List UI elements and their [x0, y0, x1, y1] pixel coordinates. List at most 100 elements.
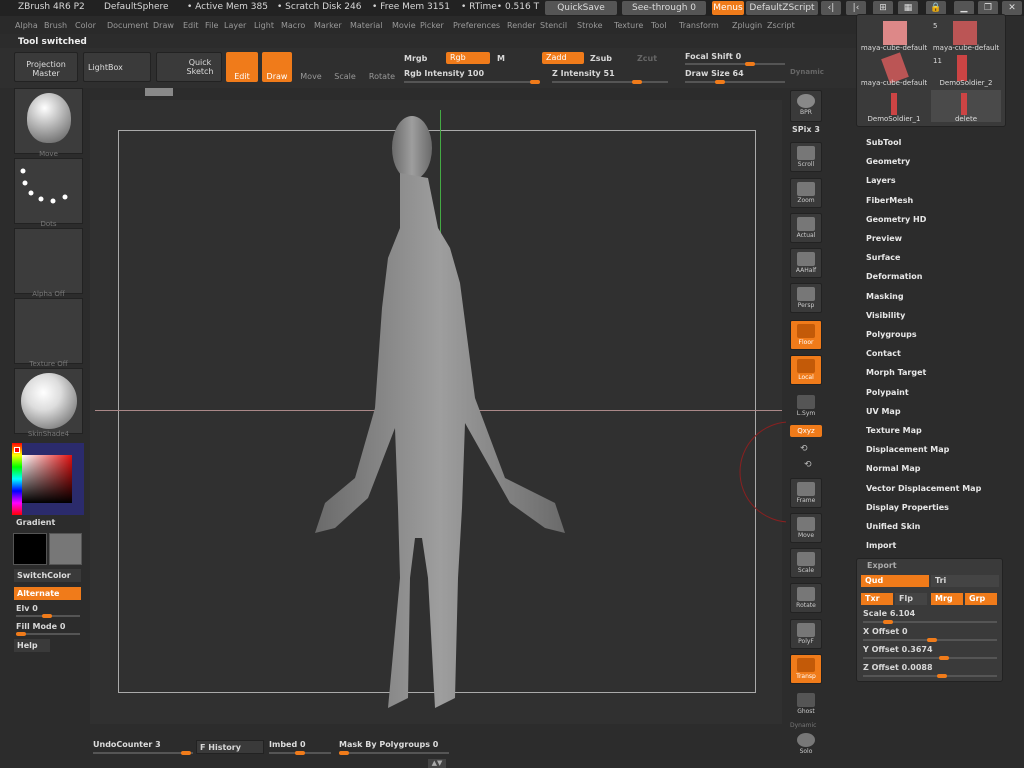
menu-edit[interactable]: Edit: [183, 21, 199, 30]
canvas-scroll-handle[interactable]: [145, 88, 173, 96]
menu-macro[interactable]: Macro: [281, 21, 305, 30]
menu-transform[interactable]: Transform: [679, 21, 719, 30]
menu-zscript[interactable]: Zscript: [767, 21, 795, 30]
tool-menu-unified-skin[interactable]: Unified Skin: [866, 522, 920, 531]
tool-menu-fibermesh[interactable]: FiberMesh: [866, 196, 913, 205]
tool-menu-surface[interactable]: Surface: [866, 253, 900, 262]
tool-menu-morph-target[interactable]: Morph Target: [866, 368, 926, 377]
see-through-slider[interactable]: See-through 0: [622, 1, 706, 15]
quicksave-button[interactable]: QuickSave: [545, 1, 617, 15]
mrg-button[interactable]: Mrg: [931, 593, 963, 605]
tool-menu-preview[interactable]: Preview: [866, 234, 902, 243]
tool-menu-uv-map[interactable]: UV Map: [866, 407, 901, 416]
menu-render[interactable]: Render: [507, 21, 535, 30]
zsub-button[interactable]: Zsub: [590, 54, 612, 63]
scale-label[interactable]: Scale 6.104: [863, 609, 915, 618]
draw-button[interactable]: Draw: [262, 52, 292, 82]
material-thumbnail[interactable]: [14, 368, 83, 434]
bottom-collapse-icon[interactable]: ▲▼: [428, 759, 446, 768]
zcut-button[interactable]: Zcut: [637, 54, 657, 63]
menu-draw[interactable]: Draw: [153, 21, 174, 30]
z-offset-label[interactable]: Z Offset 0.0088: [863, 663, 933, 672]
scale-slider[interactable]: [863, 620, 997, 624]
secondary-color-swatch[interactable]: [49, 533, 82, 565]
layout-next-icon[interactable]: |‹: [846, 1, 866, 15]
mask-by-polygroups-label[interactable]: Mask By Polygroups 0: [339, 740, 438, 749]
color-square[interactable]: [22, 455, 72, 503]
tool-menu-displacement-map[interactable]: Displacement Map: [866, 445, 949, 454]
zscript-selector[interactable]: DefaultZScript: [746, 1, 818, 15]
tool-menu-layers[interactable]: Layers: [866, 176, 896, 185]
persp-button[interactable]: Persp: [790, 283, 822, 313]
tool-menu-subtool[interactable]: SubTool: [866, 138, 901, 147]
human-model[interactable]: [300, 108, 590, 713]
floor-button[interactable]: Floor: [790, 320, 822, 350]
imbed-label[interactable]: Imbed 0: [269, 740, 306, 749]
imbed-slider[interactable]: [269, 751, 331, 755]
elv-label[interactable]: Elv 0: [16, 604, 38, 613]
menu-alpha[interactable]: Alpha: [15, 21, 38, 30]
menu-file[interactable]: File: [205, 21, 218, 30]
subtool-name[interactable]: maya-cube-default: [931, 44, 1001, 52]
tool-menu-import[interactable]: Import: [866, 541, 896, 550]
z-intensity-label[interactable]: Z Intensity 51: [552, 69, 615, 78]
switchcolor-button[interactable]: SwitchColor: [14, 569, 81, 582]
tool-menu-display-properties[interactable]: Display Properties: [866, 503, 949, 512]
close-icon[interactable]: ✕: [1002, 1, 1022, 15]
z-intensity-slider[interactable]: [552, 80, 668, 84]
colors-icon[interactable]: ▦: [898, 1, 918, 15]
rotate-view-button[interactable]: Rotate: [790, 583, 822, 613]
y-offset-slider[interactable]: [863, 656, 997, 660]
tool-menu-geometry[interactable]: Geometry: [866, 157, 910, 166]
lock-icon[interactable]: 🔒: [926, 1, 946, 15]
tool-menu-masking[interactable]: Masking: [866, 292, 904, 301]
minimize-icon[interactable]: ▁: [954, 1, 974, 15]
rgb-button[interactable]: Rgb: [446, 52, 490, 64]
rgb-intensity-slider[interactable]: [404, 80, 540, 84]
color-picker[interactable]: [12, 443, 84, 515]
menu-preferences[interactable]: Preferences: [453, 21, 500, 30]
help-button[interactable]: Help: [14, 639, 50, 652]
hue-strip[interactable]: [12, 443, 22, 515]
flp-button[interactable]: Flp: [895, 593, 927, 605]
tool-menu-contact[interactable]: Contact: [866, 349, 901, 358]
undo-counter[interactable]: UndoCounter 3: [93, 740, 161, 749]
subtool-name[interactable]: DemoSoldier_2: [931, 79, 1001, 87]
spix-slider[interactable]: SPix 3: [792, 125, 820, 134]
gradient-label[interactable]: Gradient: [16, 518, 55, 527]
draw-size-label[interactable]: Draw Size 64: [685, 69, 744, 78]
rotate-button[interactable]: Rotate: [368, 52, 396, 82]
actual-button[interactable]: Actual: [790, 213, 822, 243]
txr-button[interactable]: Txr: [861, 593, 893, 605]
menu-document[interactable]: Document: [107, 21, 148, 30]
scroll-button[interactable]: Scroll: [790, 142, 822, 172]
draw-size-slider[interactable]: [685, 80, 785, 84]
frame-button[interactable]: Frame: [790, 478, 822, 508]
subtool-thumb-4[interactable]: [891, 93, 897, 115]
menu-picker[interactable]: Picker: [420, 21, 444, 30]
tool-menu-normal-map[interactable]: Normal Map: [866, 464, 920, 473]
menu-material[interactable]: Material: [350, 21, 383, 30]
move-button[interactable]: Move: [298, 52, 324, 82]
scale-button[interactable]: Scale: [332, 52, 358, 82]
y-offset-label[interactable]: Y Offset 0.3674: [863, 645, 933, 654]
x-offset-slider[interactable]: [863, 638, 997, 642]
restore-icon[interactable]: ❐: [978, 1, 998, 15]
tri-button[interactable]: Tri: [931, 575, 999, 587]
local-button[interactable]: Local: [790, 355, 822, 385]
undo-slider[interactable]: [93, 751, 193, 755]
quick-sketch-button[interactable]: Quick Sketch: [156, 52, 222, 82]
fill-mode-slider[interactable]: [16, 632, 80, 636]
menu-movie[interactable]: Movie: [392, 21, 416, 30]
lsym-button[interactable]: L.Sym: [790, 392, 822, 422]
focal-shift-label[interactable]: Focal Shift 0: [685, 52, 741, 61]
subtool-name[interactable]: delete: [931, 115, 1001, 123]
menu-stroke[interactable]: Stroke: [577, 21, 603, 30]
rotate-z-icon[interactable]: ⟲: [804, 460, 812, 470]
tool-menu-vector-displacement-map[interactable]: Vector Displacement Map: [866, 484, 981, 493]
edit-button[interactable]: Edit: [226, 52, 258, 82]
dynamic-button[interactable]: Dynamic: [790, 68, 824, 76]
aahalf-button[interactable]: AAHalf: [790, 248, 822, 278]
zadd-button[interactable]: Zadd: [542, 52, 584, 64]
lightbox-button[interactable]: LightBox: [83, 52, 151, 82]
